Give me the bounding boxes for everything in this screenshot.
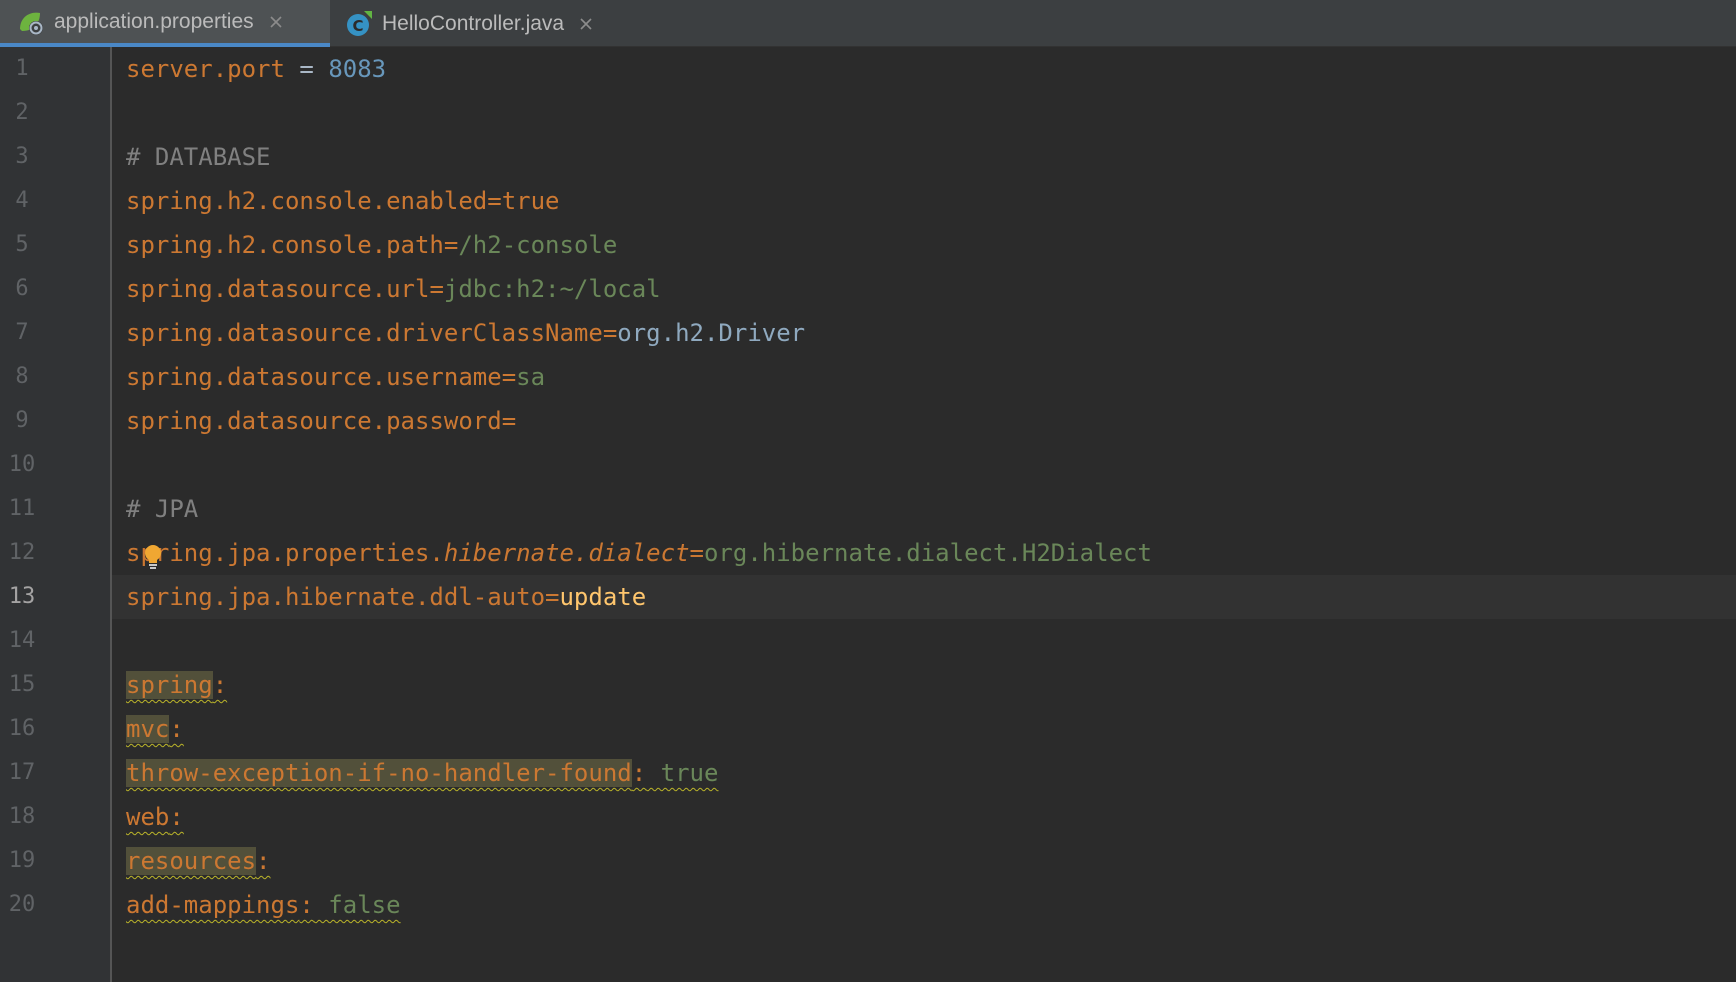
code-line-16[interactable]: mvc:: [112, 707, 1736, 751]
code-line-20[interactable]: add-mappings: false: [112, 883, 1736, 927]
property-key: spring.datasource.username: [126, 363, 502, 391]
line-number: 14: [8, 628, 36, 653]
close-icon[interactable]: [578, 16, 594, 32]
line-number: 6: [15, 276, 29, 301]
lightbulb-icon[interactable]: [144, 544, 162, 570]
equals-sign: =: [545, 583, 560, 611]
code-line-6[interactable]: spring.datasource.url=jdbc:h2:~/local: [112, 267, 1736, 311]
line-number-current: 13: [8, 584, 36, 609]
property-value: sa: [516, 363, 546, 391]
yaml-colon: :: [299, 891, 314, 919]
yaml-colon: :: [169, 715, 184, 743]
line-number: 1: [15, 56, 29, 81]
java-class-icon: C: [344, 9, 374, 39]
yaml-key: throw-exception-if-no-handler-found: [126, 759, 632, 787]
property-key: spring.jpa.properties.: [126, 539, 444, 567]
code-line-9[interactable]: spring.datasource.password=: [112, 399, 1736, 443]
property-key: spring.jpa.hibernate.ddl-auto: [126, 583, 546, 611]
equals-sign: =: [284, 55, 329, 83]
property-key: spring.datasource.driverClassName: [126, 319, 603, 347]
spring-config-icon: [16, 7, 46, 37]
svg-text:C: C: [352, 17, 363, 35]
code-line-18[interactable]: web:: [112, 795, 1736, 839]
line-number: 15: [8, 672, 36, 697]
property-key-italic: hibernate.dialect: [443, 539, 690, 567]
property-key: spring.datasource.url: [126, 275, 430, 303]
equals-sign: =: [602, 319, 618, 347]
line-number: 7: [15, 320, 29, 345]
yaml-key: resources: [126, 847, 257, 875]
equals-sign: =: [501, 363, 517, 391]
code-line-19[interactable]: resources:: [112, 839, 1736, 883]
property-key: server.port: [126, 55, 285, 83]
code-line-7[interactable]: spring.datasource.driverClassName=org.h2…: [112, 311, 1736, 355]
line-number: 4: [15, 188, 29, 213]
yaml-colon: :: [212, 671, 228, 699]
equals-sign: =: [487, 187, 502, 215]
property-key: spring.h2.console.enabled: [126, 187, 488, 215]
line-number-gutter: 1 2 3 4 5 6 7 8 9 10 11 12 13 14 15 16 1…: [0, 47, 112, 982]
line-number: 2: [15, 100, 29, 125]
line-number: 17: [8, 760, 36, 785]
line-number: 20: [8, 892, 36, 917]
code-line-8[interactable]: spring.datasource.username=sa: [112, 355, 1736, 399]
yaml-value: true: [646, 759, 719, 787]
code-line-12[interactable]: spring.jpa.properties.hibernate.dialect=…: [112, 531, 1736, 575]
equals-sign: =: [689, 539, 704, 567]
property-value: /h2-console: [458, 231, 618, 259]
equals-sign: =: [429, 275, 444, 303]
property-key: spring.datasource.password: [126, 407, 502, 435]
code-line-13-current[interactable]: spring.jpa.hibernate.ddl-auto=update: [112, 575, 1736, 619]
equals-sign: =: [443, 231, 459, 259]
property-value: org.hibernate.dialect.H2Dialect: [703, 539, 1152, 567]
line-number: 18: [8, 804, 36, 829]
property-value: jdbc:h2:~/local: [443, 275, 661, 303]
property-value: update: [559, 583, 647, 611]
code-editor[interactable]: 1 2 3 4 5 6 7 8 9 10 11 12 13 14 15 16 1…: [0, 47, 1736, 982]
code-line-15[interactable]: spring:: [112, 663, 1736, 707]
property-value: org.h2.Driver: [617, 319, 806, 347]
property-key: spring.h2.console.path: [126, 231, 444, 259]
line-number: 11: [8, 496, 36, 521]
line-number: 8: [15, 364, 29, 389]
code-line-3[interactable]: # DATABASE: [112, 135, 1736, 179]
code-line-11[interactable]: # JPA: [112, 487, 1736, 531]
editor-tab-bar: application.properties C HelloController…: [0, 0, 1736, 47]
property-value: 8083: [328, 55, 387, 83]
line-number: 12: [8, 540, 36, 565]
yaml-value: false: [313, 891, 401, 919]
tab-label: HelloController.java: [382, 11, 565, 35]
yaml-key: mvc: [126, 715, 170, 743]
equals-sign: =: [501, 407, 517, 435]
comment: # DATABASE: [126, 143, 271, 171]
code-line-5[interactable]: spring.h2.console.path=/h2-console: [112, 223, 1736, 267]
code-line-4[interactable]: spring.h2.console.enabled=true: [112, 179, 1736, 223]
line-number: 5: [15, 232, 29, 257]
yaml-colon: :: [169, 803, 184, 831]
comment: # JPA: [126, 495, 199, 523]
code-line-17[interactable]: throw-exception-if-no-handler-found: tru…: [112, 751, 1736, 795]
line-number: 16: [8, 716, 36, 741]
yaml-key: spring: [126, 671, 213, 699]
yaml-colon: :: [631, 759, 647, 787]
line-number: 10: [8, 452, 36, 477]
code-line-1[interactable]: server.port = 8083: [112, 47, 1736, 91]
tab-application-properties[interactable]: application.properties: [0, 0, 330, 47]
property-value: true: [501, 187, 560, 215]
yaml-key: add-mappings: [126, 891, 300, 919]
line-number: 9: [15, 408, 29, 433]
line-number: 3: [15, 144, 29, 169]
yaml-colon: :: [256, 847, 271, 875]
yaml-key: web: [126, 803, 170, 831]
close-icon[interactable]: [268, 14, 284, 30]
tab-label: application.properties: [54, 9, 254, 33]
tab-hello-controller[interactable]: C HelloController.java: [330, 0, 630, 47]
line-number: 19: [8, 848, 36, 873]
